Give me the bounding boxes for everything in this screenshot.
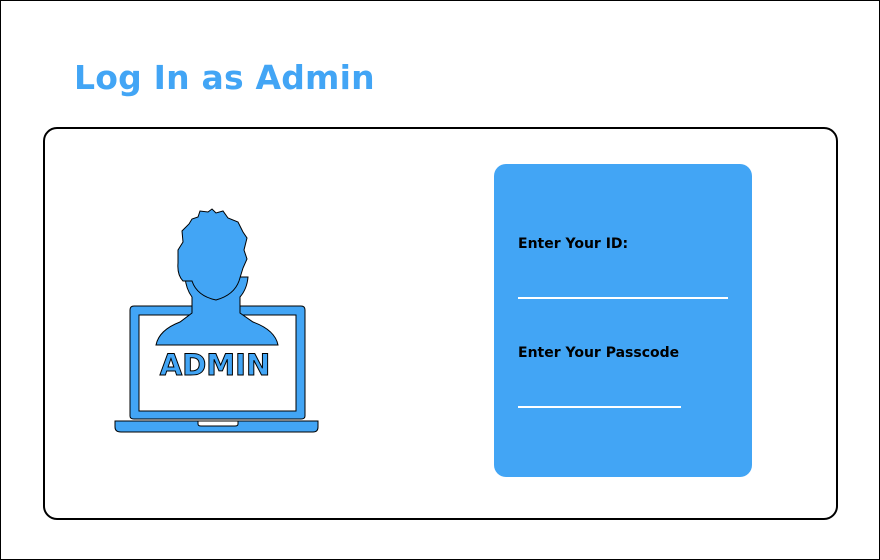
id-field-label: Enter Your ID: — [518, 236, 629, 252]
passcode-field-label: Enter Your Passcode — [518, 345, 680, 361]
id-input[interactable] — [518, 277, 728, 299]
admin-user-laptop-icon: ADMIN — [114, 208, 319, 433]
admin-screen-text: ADMIN — [160, 348, 270, 382]
admin-illustration: ADMIN — [112, 205, 324, 437]
page-title: Log In as Admin — [74, 58, 375, 97]
laptop-notch — [197, 420, 239, 427]
passcode-input[interactable] — [518, 386, 681, 408]
login-form-panel: Enter Your ID: Enter Your Passcode — [494, 164, 752, 477]
